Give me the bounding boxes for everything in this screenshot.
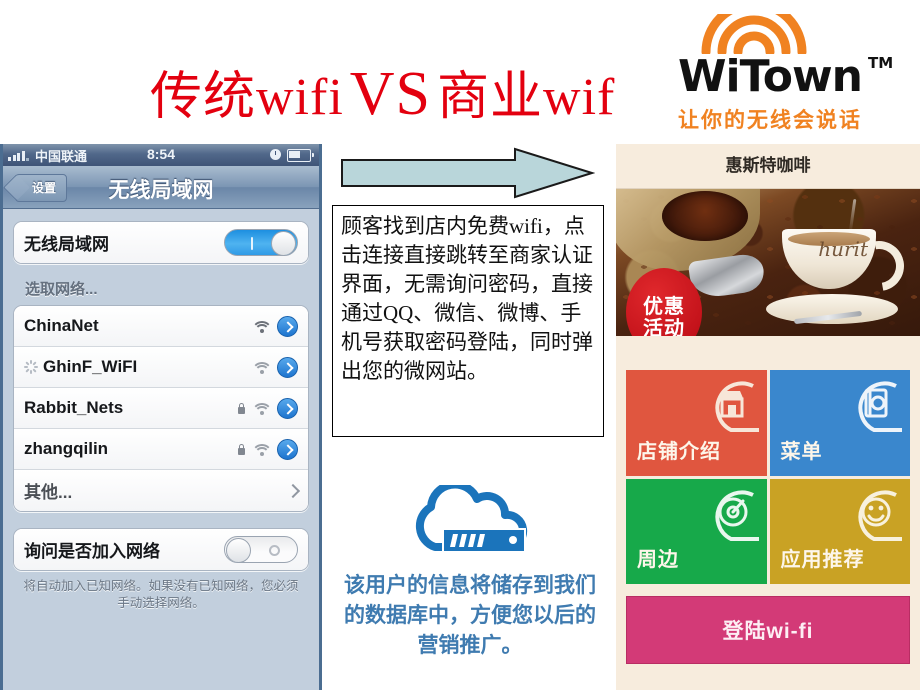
wifi-toggle-row[interactable]: 无线局域网: [14, 222, 308, 263]
toggle-knob: [271, 231, 296, 255]
ask-to-join-label: 询问是否加入网络: [24, 542, 160, 561]
merchant-mobile-site: 惠斯特咖啡 hurit 优惠 活动 5 店铺介绍: [616, 144, 920, 690]
network-row-rabbit-nets[interactable]: Rabbit_Nets: [14, 388, 308, 429]
tile-app-recommend[interactable]: 应用推荐: [769, 478, 910, 584]
ask-to-join-row[interactable]: 询问是否加入网络: [14, 529, 308, 570]
tile-label: 周边: [637, 549, 679, 571]
site-tile-grid: 店铺介绍 菜单 周边 应用推荐: [626, 370, 910, 584]
alarm-clock-icon: [270, 149, 281, 160]
logo-wordmark: WiTown: [678, 51, 863, 102]
network-detail-button[interactable]: [277, 398, 298, 419]
tile-label: 应用推荐: [780, 549, 865, 571]
battery-icon: [287, 149, 314, 162]
loading-spinner-icon: [24, 360, 38, 374]
right-arrow-icon: [341, 147, 595, 199]
network-row-chinanet[interactable]: ChinaNet: [14, 306, 308, 347]
network-row-other[interactable]: 其他...: [14, 470, 308, 511]
wifi-login-button[interactable]: 登陆wi-fi: [626, 596, 910, 664]
page-title-vs: VS: [349, 60, 432, 128]
wifi-signal-icon: [251, 320, 272, 333]
wifi-arcs-icon: [701, 14, 807, 54]
ask-to-join-footer-note: 将自动加入已知网络。如果没有已知网络，您必须手动选择网络。: [23, 579, 299, 610]
witown-logo: WiTown TM 让你的无线会说话: [672, 14, 910, 132]
hero-coffee-image: hurit 优惠 活动 5: [616, 188, 920, 336]
network-detail-button[interactable]: [277, 316, 298, 337]
logo-tagline: 让你的无线会说话: [678, 108, 862, 132]
network-ssid: Rabbit_Nets: [24, 398, 124, 417]
tile-menu[interactable]: 菜单: [769, 370, 910, 476]
page-title: 传统wifiVS 商业wif: [150, 58, 670, 130]
wifi-signal-icon: [251, 443, 272, 456]
other-network-label: 其他...: [24, 483, 73, 502]
cloud-caption: 该用户的信息将储存到我们的数据库中，方便您以后的营销推广。: [344, 573, 596, 657]
menu-plate-icon: [858, 381, 902, 432]
tile-label: 店铺介绍: [637, 440, 721, 463]
wifi-master-toggle[interactable]: [224, 229, 298, 256]
target-compass-icon: [714, 489, 759, 541]
smiley-face-icon: [858, 489, 902, 541]
wifi-signal-icon: [251, 402, 272, 415]
ask-to-join-toggle[interactable]: [224, 536, 298, 563]
wifi-signal-icon: [251, 361, 272, 374]
tile-label: 菜单: [780, 440, 823, 463]
page-title-part2: 商业wif: [437, 69, 616, 126]
logo-trademark: TM: [868, 54, 894, 72]
navigation-bar: 设置 无线局域网: [3, 166, 319, 209]
wifi-toggle-group: 无线局域网: [13, 221, 309, 264]
network-ssid: ChinaNet: [24, 316, 99, 335]
page-title-part1: 传统wifi: [150, 69, 344, 126]
network-ssid: GhinF_WiFI: [43, 357, 138, 376]
network-detail-button[interactable]: [277, 439, 298, 460]
promo-badge-line2: 活动: [643, 318, 685, 336]
network-list: ChinaNet GhinF_WiFI Rabbit_Nets zhangqil…: [13, 305, 309, 512]
network-row-ghinf-wifi[interactable]: GhinF_WiFI: [14, 347, 308, 388]
lock-icon: [237, 403, 246, 414]
choose-network-header: 选取网络...: [25, 281, 98, 298]
chevron-right-icon: [285, 483, 301, 498]
cup-logo-text: hurit: [818, 237, 868, 261]
tile-nearby[interactable]: 周边: [626, 478, 767, 584]
network-ssid: zhangqilin: [24, 439, 109, 458]
sack-opening-beans: [662, 191, 748, 241]
status-bar: 中国联通 8:54: [3, 144, 319, 166]
network-row-zhangqilin[interactable]: zhangqilin: [14, 429, 308, 470]
nav-title: 无线局域网: [108, 179, 214, 202]
storefront-icon: [714, 381, 759, 432]
network-detail-button[interactable]: [277, 357, 298, 378]
tile-shop-intro[interactable]: 店铺介绍: [626, 370, 767, 476]
cloud-server-icon: [415, 485, 528, 553]
ask-to-join-group: 询问是否加入网络: [13, 528, 309, 571]
toggle-knob: [226, 538, 251, 562]
lock-icon: [237, 444, 246, 455]
description-text-box: 顾客找到店内免费wifi，点击连接直接跳转至商家认证界面，无需询问密码，直接通过…: [332, 205, 604, 437]
wifi-toggle-label: 无线局域网: [24, 235, 109, 254]
iphone-wifi-settings-screenshot: 中国联通 8:54 设置 无线局域网 无线局域网 选取网络... ChinaNe…: [0, 144, 322, 690]
shop-name-header: 惠斯特咖啡: [616, 144, 920, 188]
